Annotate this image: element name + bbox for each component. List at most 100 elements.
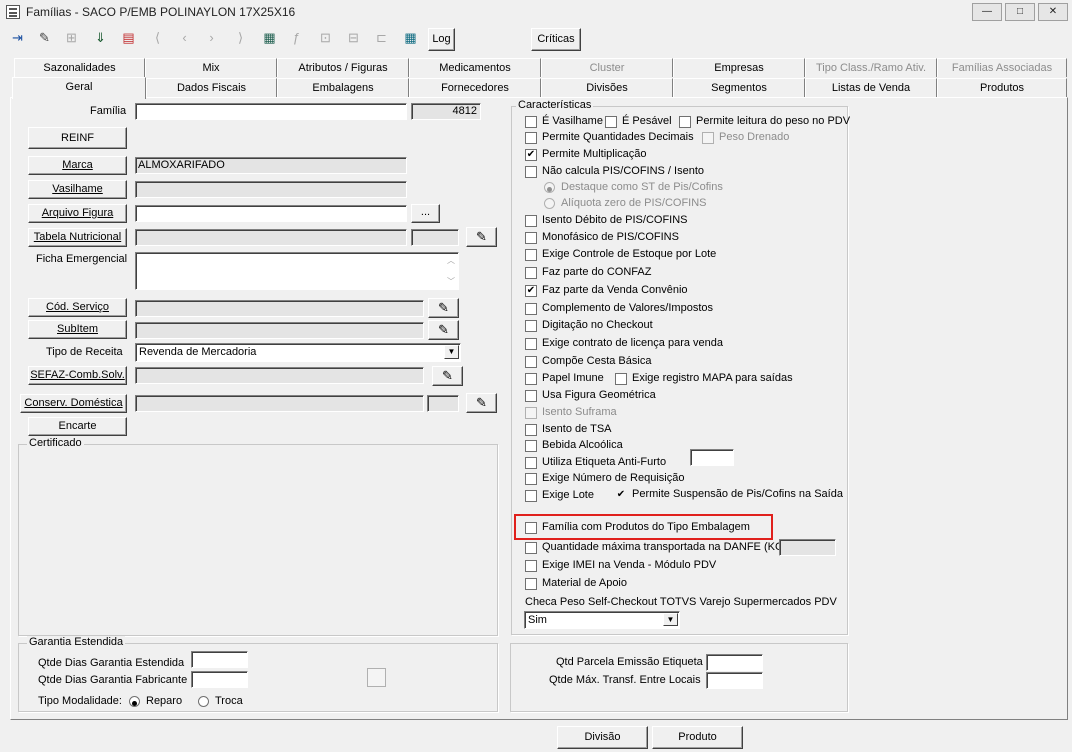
tab-atributos-figuras[interactable]: Atributos / Figuras	[277, 58, 409, 77]
exit-icon[interactable]: ⇥	[6, 27, 29, 51]
utiliza-etiqueta-checkbox[interactable]	[525, 457, 537, 469]
ficha-emergencial-textarea[interactable]: ︿ ﹀	[135, 252, 459, 290]
edit-pencil-icon[interactable]: ✎	[33, 27, 56, 51]
tab-mix[interactable]: Mix	[145, 58, 277, 77]
vasilhame-button[interactable]: Vasilhame	[28, 180, 127, 199]
conserv-eraser-icon[interactable]: ✎	[466, 393, 497, 413]
produto-button[interactable]: Produto	[652, 726, 743, 749]
peso-drenado-checkbox[interactable]	[702, 132, 714, 144]
calendar-icon[interactable]: ▦	[399, 27, 422, 51]
sefaz-button[interactable]: SEFAZ-Comb.Solv.	[28, 366, 127, 385]
tab-dados-fiscais[interactable]: Dados Fiscais	[146, 78, 277, 97]
qtd-parcela-input[interactable]	[706, 654, 763, 671]
garantia-checkbox[interactable]	[367, 668, 386, 687]
divisao-button[interactable]: Divisão	[557, 726, 648, 749]
digitacao-checkout-checkbox[interactable]	[525, 320, 537, 332]
qtd-max-danfe-checkbox[interactable]	[525, 542, 537, 554]
tab-divisoes[interactable]: Divisões	[541, 78, 673, 97]
isento-suframa-checkbox[interactable]	[525, 407, 537, 419]
group-icon[interactable]: ⊡	[314, 27, 337, 51]
maximize-button[interactable]: □	[1005, 3, 1035, 21]
qtd-max-transf-input[interactable]	[706, 672, 763, 689]
arquivo-figura-button[interactable]: Arquivo Figura	[28, 204, 127, 223]
exige-imei-checkbox[interactable]	[525, 560, 537, 572]
faz-parte-venda-convenio-checkbox[interactable]: ✔	[525, 285, 537, 297]
tabela-nutricional-button[interactable]: Tabela Nutricional	[28, 228, 127, 247]
chevron-down-icon[interactable]: ▼	[663, 613, 678, 626]
save-icon[interactable]: ⇓	[89, 27, 112, 51]
tab-sazonalidades[interactable]: Sazonalidades	[14, 58, 145, 77]
permite-multiplicacao-checkbox[interactable]: ✔	[525, 149, 537, 161]
reinf-button[interactable]: REINF	[28, 127, 127, 149]
tab-segmentos[interactable]: Segmentos	[673, 78, 805, 97]
tab-familias-associadas[interactable]: Famílias Associadas	[937, 58, 1067, 77]
isento-tsa-checkbox[interactable]	[525, 424, 537, 436]
hierarchy-icon[interactable]: ⊏	[370, 27, 393, 51]
checa-peso-select[interactable]: Sim ▼	[524, 611, 680, 629]
troca-radio[interactable]	[198, 696, 209, 707]
destaque-st-radio[interactable]	[544, 182, 555, 193]
prev-icon[interactable]: ‹	[173, 27, 196, 51]
tab-produtos[interactable]: Produtos	[937, 78, 1067, 97]
dias-fabricante-input[interactable]	[191, 671, 248, 688]
faz-parte-confaz-checkbox[interactable]	[525, 267, 537, 279]
criticas-button[interactable]: Críticas	[531, 28, 581, 51]
tab-cluster[interactable]: Cluster	[541, 58, 673, 77]
tipo-receita-select[interactable]: Revenda de Mercadoria ▼	[135, 343, 461, 362]
bebida-alcoolica-checkbox[interactable]	[525, 440, 537, 452]
marca-button[interactable]: Marca	[28, 156, 127, 175]
exige-lote-checkbox[interactable]	[525, 490, 537, 502]
conserv-domestica-button[interactable]: Conserv. Doméstica	[20, 394, 127, 413]
aliquota-zero-radio[interactable]	[544, 198, 555, 209]
arquivo-figura-input[interactable]	[135, 205, 407, 222]
minimize-button[interactable]: —	[972, 3, 1002, 21]
scroll-down-icon[interactable]: ﹀	[447, 276, 455, 287]
complemento-valores-checkbox[interactable]	[525, 303, 537, 315]
permite-leitura-checkbox[interactable]	[679, 116, 691, 128]
exige-controle-lote-checkbox[interactable]	[525, 249, 537, 261]
sefaz-eraser-icon[interactable]: ✎	[432, 366, 463, 386]
compoe-cesta-basica-checkbox[interactable]	[525, 356, 537, 368]
tab-empresas[interactable]: Empresas	[673, 58, 805, 77]
exige-contrato-checkbox[interactable]	[525, 338, 537, 350]
log-button[interactable]: Log	[428, 28, 455, 51]
cod-servico-button[interactable]: Cód. Serviço	[28, 298, 127, 317]
filter-icon[interactable]: ƒ	[285, 27, 308, 51]
etiqueta-input[interactable]	[690, 449, 734, 466]
tab-medicamentos[interactable]: Medicamentos	[409, 58, 541, 77]
dias-estendida-input[interactable]	[191, 651, 248, 668]
usa-figura-geometrica-checkbox[interactable]	[525, 390, 537, 402]
familia-embalagem-checkbox[interactable]	[525, 522, 537, 534]
last-icon[interactable]: ⟩	[229, 27, 252, 51]
permite-qtd-decimais-checkbox[interactable]	[525, 132, 537, 144]
reparo-radio[interactable]	[129, 696, 140, 707]
familia-input[interactable]	[135, 103, 407, 120]
app-icon[interactable]	[6, 5, 20, 19]
nao-calcula-pis-checkbox[interactable]	[525, 166, 537, 178]
tab-embalagens[interactable]: Embalagens	[277, 78, 409, 97]
close-button[interactable]: ✕	[1038, 3, 1068, 21]
e-pesavel-checkbox[interactable]	[605, 116, 617, 128]
encarte-button[interactable]: Encarte	[28, 417, 127, 436]
material-apoio-checkbox[interactable]	[525, 578, 537, 590]
isento-debito-checkbox[interactable]	[525, 215, 537, 227]
tab-fornecedores[interactable]: Fornecedores	[409, 78, 541, 97]
subitem-button[interactable]: SubItem	[28, 320, 127, 339]
chevron-down-icon[interactable]: ▼	[444, 345, 459, 359]
tab-geral[interactable]: Geral	[12, 77, 146, 99]
eraser-icon[interactable]: ✎	[466, 227, 497, 247]
tab-listas-de-venda[interactable]: Listas de Venda	[805, 78, 937, 97]
permite-suspensao-checkbox[interactable]: ✔	[615, 489, 627, 501]
e-vasilhame-checkbox[interactable]	[525, 116, 537, 128]
monofasico-checkbox[interactable]	[525, 232, 537, 244]
browse-button[interactable]: ...	[411, 204, 440, 223]
link-icon[interactable]: ⊟	[342, 27, 365, 51]
exige-numero-requisicao-checkbox[interactable]	[525, 473, 537, 485]
exige-registro-mapa-checkbox[interactable]	[615, 373, 627, 385]
delete-icon[interactable]: ▤	[117, 27, 140, 51]
papel-imune-checkbox[interactable]	[525, 373, 537, 385]
grid-icon[interactable]: ▦	[258, 27, 281, 51]
next-icon[interactable]: ›	[200, 27, 223, 51]
cod-servico-eraser-icon[interactable]: ✎	[428, 298, 459, 318]
first-icon[interactable]: ⟨	[146, 27, 169, 51]
